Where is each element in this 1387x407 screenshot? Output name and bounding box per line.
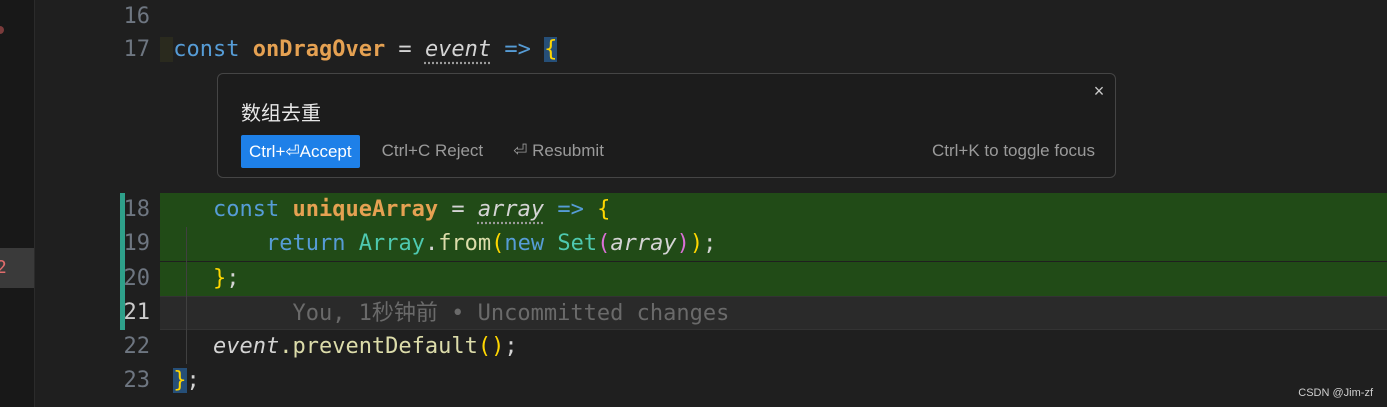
line-number-23: 23: [123, 368, 151, 393]
param: array: [477, 197, 545, 222]
operator: =: [438, 197, 478, 222]
paren: ): [676, 231, 690, 256]
code-line-18[interactable]: const uniqueArray = array => {: [160, 193, 1387, 227]
arrow: =>: [491, 37, 545, 62]
param: event: [212, 334, 280, 359]
close-icon[interactable]: ×: [1091, 80, 1107, 102]
line-number-16: 16: [123, 4, 151, 29]
inline-chat-prompt[interactable]: 数组去重: [241, 97, 321, 126]
git-blame-annotation: You, 1秒钟前 • Uncommitted changes: [292, 301, 730, 326]
dot: .: [424, 231, 439, 256]
brace: {: [544, 37, 558, 62]
line-number-18: 18: [123, 197, 151, 222]
class-name: Set: [557, 231, 598, 256]
reject-button[interactable]: Ctrl+C Reject: [382, 141, 484, 161]
method-name: from: [438, 231, 492, 256]
code-line-23[interactable]: };: [160, 364, 1387, 398]
paren: ): [689, 231, 704, 256]
line-number-19: 19: [123, 231, 151, 256]
inline-chat-widget: 数组去重 × Ctrl+⏎Accept Ctrl+C Reject ⏎ Resu…: [217, 73, 1116, 178]
paren: (: [597, 231, 611, 256]
accept-button[interactable]: Ctrl+⏎Accept: [241, 134, 360, 168]
method-name: .preventDefault: [279, 334, 478, 359]
semicolon: ;: [703, 231, 717, 256]
inline-chat-actions: Ctrl+⏎Accept Ctrl+C Reject ⏎ Resubmit Ct…: [241, 134, 1095, 168]
function-name: uniqueArray: [292, 197, 439, 222]
code-line-17[interactable]: const onDragOver = event => {: [160, 33, 1387, 67]
code-line-22[interactable]: event.preventDefault();: [160, 330, 1387, 364]
brace: }: [173, 368, 187, 393]
paren: (: [491, 231, 505, 256]
brace: {: [597, 197, 611, 222]
operator: =: [385, 37, 425, 62]
keyword: new: [504, 231, 545, 256]
keyword: const: [173, 37, 240, 62]
semicolon: ;: [186, 368, 200, 393]
brace: }: [212, 266, 227, 291]
breakpoint-icon: [0, 26, 4, 34]
keyword: return: [265, 231, 346, 256]
function-name: onDragOver: [252, 37, 386, 62]
code-line-20[interactable]: };: [160, 262, 1387, 296]
keyword: const: [212, 197, 280, 222]
problems-badge[interactable]: 2: [0, 248, 34, 288]
git-change-bar[interactable]: [120, 193, 125, 330]
param: array: [610, 231, 677, 256]
arrow: =>: [544, 197, 598, 222]
code-line-21[interactable]: You, 1秒钟前 • Uncommitted changes: [160, 296, 1387, 330]
watermark: CSDN @Jim-zf: [1298, 387, 1373, 399]
paren: (): [477, 334, 505, 359]
resubmit-button[interactable]: ⏎ Resubmit: [513, 141, 604, 161]
activity-bar: 2: [0, 0, 35, 407]
semicolon: ;: [226, 266, 240, 291]
toggle-focus-hint: Ctrl+K to toggle focus: [931, 141, 1095, 160]
class-name: Array: [358, 231, 425, 256]
code-line-19[interactable]: return Array.from(new Set(array));: [160, 227, 1387, 261]
line-number-17: 17: [123, 37, 151, 62]
line-number-22: 22: [123, 334, 151, 359]
line-number-21: 21: [123, 300, 151, 325]
indent-guide: [186, 227, 187, 364]
semicolon: ;: [504, 334, 518, 359]
line-number-20: 20: [123, 266, 151, 291]
param: event: [424, 37, 492, 62]
